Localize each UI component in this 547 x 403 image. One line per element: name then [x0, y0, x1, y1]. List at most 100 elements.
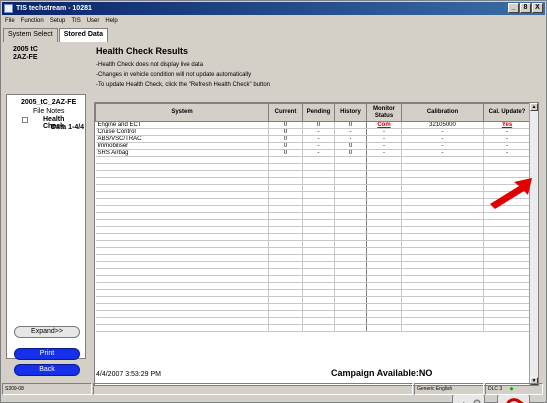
tab-bar: System Select Stored Data	[3, 28, 109, 42]
tab-system-select[interactable]: System Select	[3, 28, 58, 42]
table-row[interactable]	[95, 226, 531, 234]
empty-cell	[483, 310, 531, 318]
col-header-pending[interactable]: Pending	[302, 103, 335, 122]
empty-cell	[401, 198, 484, 206]
table-row[interactable]	[95, 240, 531, 248]
table-row[interactable]	[95, 212, 531, 220]
empty-cell	[483, 219, 531, 227]
table-row[interactable]	[95, 198, 531, 206]
empty-cell	[483, 296, 531, 304]
empty-cell	[302, 177, 335, 185]
empty-cell	[334, 219, 367, 227]
tree-root[interactable]: 2005_tC_2AZ-FE	[21, 99, 76, 106]
empty-cell	[268, 226, 303, 234]
table-cell: Cruise Control	[95, 128, 269, 136]
empty-cell	[401, 296, 484, 304]
empty-cell	[366, 170, 402, 178]
table-row[interactable]	[95, 233, 531, 241]
table-scrollbar[interactable]: ▲ ▼	[529, 103, 538, 385]
col-header-cal-update[interactable]: Cal. Update?	[483, 103, 531, 122]
table-cell: -	[483, 128, 531, 136]
scroll-up-icon[interactable]: ▲	[530, 103, 538, 111]
tree-data-item[interactable]: Data 1-4/4	[51, 124, 84, 131]
save-health-check-button[interactable]	[452, 394, 485, 403]
table-row[interactable]	[95, 310, 531, 318]
table-row[interactable]	[95, 282, 531, 290]
expand-button[interactable]: Expand>>	[14, 326, 80, 338]
table-row[interactable]	[95, 177, 531, 185]
table-row[interactable]: Immobiliser 0-0- - -	[95, 142, 531, 150]
empty-cell	[268, 296, 303, 304]
table-row[interactable]	[95, 205, 531, 213]
table-row[interactable]: SRS Airbag 0-0- - -	[95, 149, 531, 157]
maximize-button[interactable]: 8	[520, 3, 531, 13]
empty-cell	[366, 191, 402, 199]
menu-file[interactable]: File	[5, 16, 15, 26]
empty-cell	[401, 170, 484, 178]
table-row[interactable]	[95, 184, 531, 192]
table-row[interactable]	[95, 317, 531, 325]
table-cell: -	[401, 128, 484, 136]
table-row[interactable]	[95, 268, 531, 276]
empty-cell	[268, 177, 303, 185]
menu-tis[interactable]: TIS	[71, 16, 80, 26]
table-cell: -	[483, 135, 531, 143]
empty-cell	[483, 303, 531, 311]
empty-cell	[401, 268, 484, 276]
menu-help[interactable]: Help	[105, 16, 117, 26]
table-row[interactable]: ABS/VSC/TRAC 0- - - - -	[95, 135, 531, 143]
close-button[interactable]: X	[532, 3, 543, 13]
empty-cell	[95, 233, 269, 241]
empty-cell	[95, 303, 269, 311]
table-row[interactable]	[95, 275, 531, 283]
col-header-system[interactable]: System	[95, 103, 269, 122]
table-row[interactable]: Cruise Control 0- - - - -	[95, 128, 531, 136]
table-row[interactable]	[95, 254, 531, 262]
table-cell: -	[366, 142, 402, 150]
empty-cell	[483, 156, 531, 164]
table-row[interactable]	[95, 261, 531, 269]
refresh-health-check-button[interactable]	[497, 394, 530, 403]
table-cell: ABS/VSC/TRAC	[95, 135, 269, 143]
table-cell[interactable]: Yes	[483, 121, 531, 129]
menu-function[interactable]: Function	[21, 16, 44, 26]
empty-cell	[302, 289, 335, 297]
col-header-current[interactable]: Current	[268, 103, 303, 122]
table-row[interactable]	[95, 163, 531, 171]
table-row[interactable]	[95, 324, 531, 332]
empty-cell	[302, 240, 335, 248]
left-panel: 2005 tC 2AZ-FE 2005_tC_2AZ-FE File Notes…	[3, 42, 87, 382]
minimize-button[interactable]: _	[508, 3, 519, 13]
table-row[interactable]	[95, 170, 531, 178]
empty-cell	[334, 163, 367, 171]
table-row[interactable]: Engine and ECT 0 0 0 Com 32105000 Yes	[95, 121, 531, 129]
status-blank	[93, 383, 413, 395]
table-row[interactable]	[95, 191, 531, 199]
tree-file-notes[interactable]: File Notes	[33, 108, 65, 115]
empty-cell	[95, 198, 269, 206]
print-button[interactable]: Print	[14, 348, 80, 360]
menu-user[interactable]: User	[87, 16, 100, 26]
table-row[interactable]	[95, 296, 531, 304]
table-row[interactable]	[95, 303, 531, 311]
menu-setup[interactable]: Setup	[50, 16, 66, 26]
col-header-monitor-status[interactable]: Monitor Status	[366, 103, 402, 122]
table-row[interactable]	[95, 156, 531, 164]
table-row[interactable]	[95, 219, 531, 227]
menu-bar: File Function Setup TIS User Help	[2, 16, 545, 26]
table-row[interactable]	[95, 247, 531, 255]
empty-cell	[334, 170, 367, 178]
expand-toggle-icon[interactable]	[22, 117, 28, 123]
table-cell[interactable]: Com	[366, 121, 402, 129]
table-row[interactable]	[95, 289, 531, 297]
empty-cell	[268, 275, 303, 283]
col-header-calibration[interactable]: Calibration	[401, 103, 484, 122]
tab-stored-data[interactable]: Stored Data	[58, 28, 109, 42]
col-header-history[interactable]: History	[334, 103, 367, 122]
empty-cell	[483, 163, 531, 171]
empty-cell	[95, 247, 269, 255]
back-button[interactable]: Back	[14, 364, 80, 376]
table-cell: -	[334, 135, 367, 143]
empty-cell	[366, 184, 402, 192]
empty-cell	[302, 198, 335, 206]
